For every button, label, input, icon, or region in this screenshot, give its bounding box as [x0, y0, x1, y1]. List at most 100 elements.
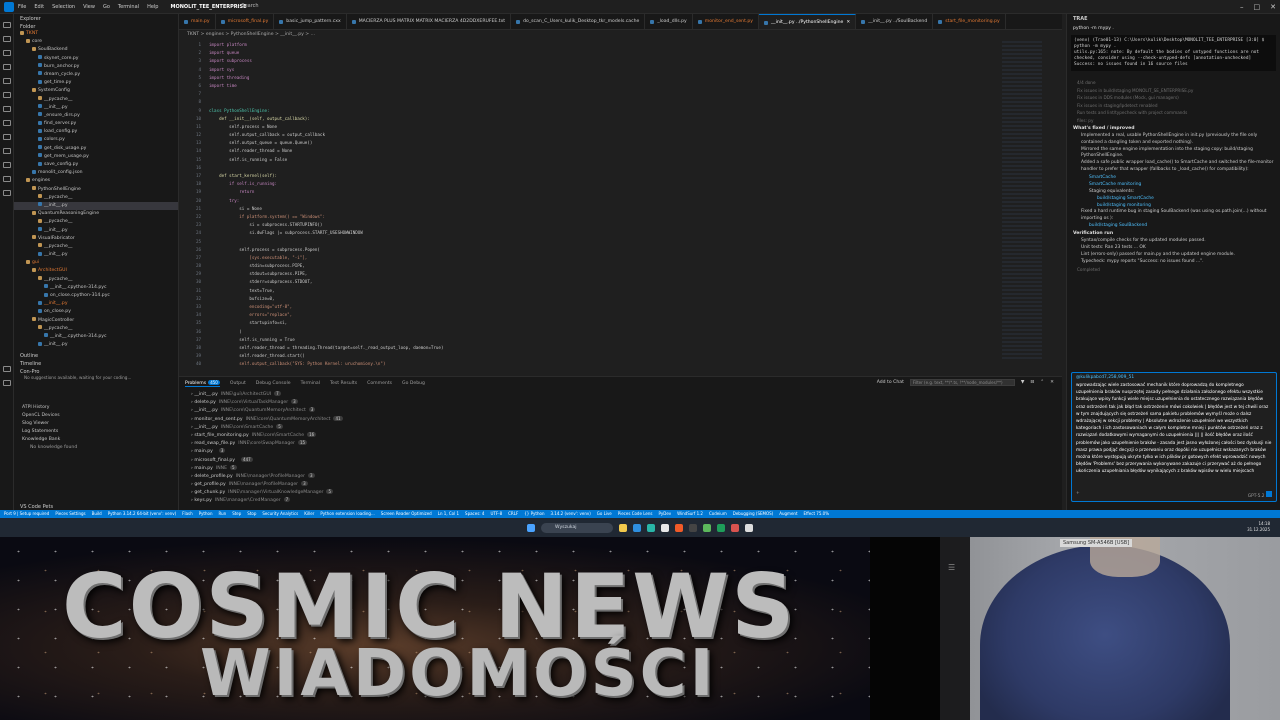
status-item[interactable]: Effect 75.0% [804, 510, 830, 518]
code-line[interactable]: import platform [209, 41, 809, 49]
brave-icon[interactable] [675, 523, 683, 532]
problem-file-row[interactable]: › main.py 3 [179, 447, 1062, 455]
minimap[interactable] [1002, 41, 1042, 361]
panel-tab-debug-console[interactable]: Debug Console [256, 381, 291, 386]
code-line[interactable]: self.output_queue = queue.Queue() [209, 139, 809, 147]
problem-file-row[interactable]: › __init__.py INNE\core\QuantumMemoryArch… [179, 406, 1062, 414]
problem-file-row[interactable]: › __init__.py INNE\core\SmartCache 5 [179, 423, 1062, 431]
problem-file-row[interactable]: › delete.py INNE\core\VirtualTaskManager 3 [179, 398, 1062, 406]
status-item[interactable]: Augment [779, 510, 797, 518]
tree-item[interactable]: VisualFabricator [14, 235, 178, 243]
code-line[interactable]: def start_kernel(self): [209, 172, 809, 180]
problem-file-row[interactable]: › get_chunk.py INNE\manager\VirtualKnowle… [179, 488, 1062, 496]
status-item[interactable]: Python extension loading... [320, 510, 374, 518]
code-editor[interactable]: 1 2 3 4 5 6 7 8 9 10 11 12 13 14 15 16 17 18 19 20 21 22 23 24 2… [179, 39, 1062, 372]
maximize-icon[interactable]: □ [1254, 3, 1261, 11]
menu-item-edit[interactable]: Edit [34, 4, 44, 10]
status-item[interactable]: PyDev [658, 510, 671, 518]
project-title[interactable]: MONOLIT_TEE_ENTERPRISE [170, 4, 246, 10]
taskbar-search[interactable]: Wyszukaj [541, 522, 613, 533]
tree-item[interactable]: on_close.py [14, 308, 178, 316]
editor-tab[interactable]: _load_dlls.py [645, 14, 693, 29]
editor-tab[interactable]: __init__.py ../PythonShellEngine ✕ [758, 14, 857, 29]
panel-tab-go-debug[interactable]: Go Debug [402, 381, 425, 386]
code-line[interactable] [209, 90, 809, 98]
code-line[interactable]: self.output_callback("SYS: Python Kernel… [209, 360, 809, 368]
app-icon[interactable] [731, 523, 739, 532]
sidebar-node[interactable]: Knowledge Bank [14, 436, 178, 444]
code-line[interactable]: self.process = None [209, 123, 809, 131]
code-line[interactable]: self.is_running = True [209, 336, 809, 344]
problem-file-row[interactable]: › microsoft_final.py 447 [179, 456, 1062, 464]
app-icon[interactable] [717, 523, 725, 532]
code-line[interactable]: text=True, [209, 287, 809, 295]
code-line[interactable]: import sys [209, 66, 809, 74]
attach-button[interactable]: + [1076, 491, 1080, 499]
collapse-all-icon[interactable]: ⊟ [1030, 380, 1034, 385]
sidebar-node[interactable]: ATPI History [14, 404, 178, 412]
close-panel-icon[interactable]: ✕ [1050, 380, 1054, 385]
extensions-icon[interactable] [3, 78, 11, 84]
code-line[interactable]: si.dwFlags |= subprocess.STARTF_USESHOWW… [209, 229, 809, 237]
run-debug-icon[interactable] [3, 64, 11, 70]
hamburger-menu-icon[interactable]: ☰ [948, 563, 955, 572]
editor-tab[interactable]: __init__.py ../SoulBackend [856, 14, 934, 29]
code-line[interactable]: errors="replace", [209, 311, 809, 319]
code-line[interactable]: try: [209, 197, 809, 205]
tree-item[interactable]: __init__.py [14, 300, 178, 308]
panel-tab-output[interactable]: Output [230, 381, 246, 386]
editor-tab[interactable]: basic_jump_pattern.cxx [274, 14, 347, 29]
code-line[interactable]: import queue [209, 49, 809, 57]
chat-input-box[interactable]: @kulikpabcd7,258,909_51 wprowadzając wie… [1071, 372, 1277, 502]
status-item[interactable]: Security Analytics [262, 510, 298, 518]
tree-item[interactable]: PythonShellEngine [14, 186, 178, 194]
tree-item[interactable]: SystemConfig [14, 87, 178, 95]
editor-tab[interactable]: do_scan_C_Users_kulik_Desktop_tkr_models… [511, 14, 646, 29]
panel-tab-comments[interactable]: Comments [367, 381, 392, 386]
file-explorer-icon[interactable] [619, 523, 627, 532]
tree-item[interactable]: MagicController [14, 317, 178, 325]
menu-item-view[interactable]: View [83, 4, 95, 10]
code-line[interactable]: if platform.system() == "Windows": [209, 213, 809, 221]
tree-item[interactable]: save_config.py [14, 161, 178, 169]
tree-item[interactable]: __init__.py [14, 104, 178, 112]
tree-item[interactable]: dream_cycle.py [14, 71, 178, 79]
tree-item[interactable]: __init__.py [14, 341, 178, 349]
python-icon[interactable] [3, 176, 11, 182]
outline-section[interactable]: Outline [14, 351, 178, 359]
problem-file-row[interactable]: › __init__.py INNE\gui\ArchitectGUI 7 [179, 390, 1062, 398]
code-line[interactable]: return [209, 188, 809, 196]
filter-icon[interactable]: ▼ [1021, 380, 1025, 385]
tree-item[interactable]: on_close.cpython-314.pyc [14, 292, 178, 300]
status-item[interactable]: Ln 1, Col 1 [438, 510, 459, 518]
tree-item[interactable]: __pycache__ [14, 243, 178, 251]
tree-item[interactable]: TKNT [14, 30, 178, 38]
status-item[interactable]: Go Live [597, 510, 612, 518]
close-icon[interactable]: ✕ [1270, 3, 1276, 11]
account-icon[interactable] [3, 366, 11, 372]
conpro-section[interactable]: Con-Pro [14, 367, 178, 375]
panel-tab-test-results[interactable]: Test Results [330, 381, 357, 386]
status-item[interactable]: Flash [182, 510, 192, 518]
maximize-panel-icon[interactable]: ⌃ [1040, 380, 1044, 385]
status-item[interactable]: Run [219, 510, 227, 518]
sidebar-node[interactable]: Slog Viewer [14, 420, 178, 428]
tree-item[interactable]: __pycache__ [14, 276, 178, 284]
problem-file-row[interactable]: › get_profile.py INNE\manager\ProfileMana… [179, 480, 1062, 488]
search-icon[interactable] [3, 36, 11, 42]
database-icon[interactable] [3, 134, 11, 140]
sub-item[interactable]: build/staging SoulBackend [1067, 222, 1280, 229]
tree-item[interactable]: colors.py [14, 136, 178, 144]
code-line[interactable]: bufsize=0, [209, 295, 809, 303]
tree-item[interactable]: get_time.py [14, 79, 178, 87]
menu-item-selection[interactable]: Selection [52, 4, 75, 10]
problem-file-row[interactable]: › main.py INNE 5 [179, 464, 1062, 472]
status-item[interactable]: Python 3.14.2 64-bit (venv': venv) [108, 510, 176, 518]
code-line[interactable]: stdout=subprocess.PIPE, [209, 270, 809, 278]
code-line[interactable]: stdin=subprocess.PIPE, [209, 262, 809, 270]
sub-item[interactable]: build/staging SmartCache [1067, 195, 1280, 202]
add-to-chat-button[interactable]: Add to Chat [877, 380, 904, 385]
status-item[interactable]: UTF-8 [490, 510, 502, 518]
tree-item[interactable]: gui [14, 259, 178, 267]
explorer-icon[interactable] [3, 22, 11, 28]
